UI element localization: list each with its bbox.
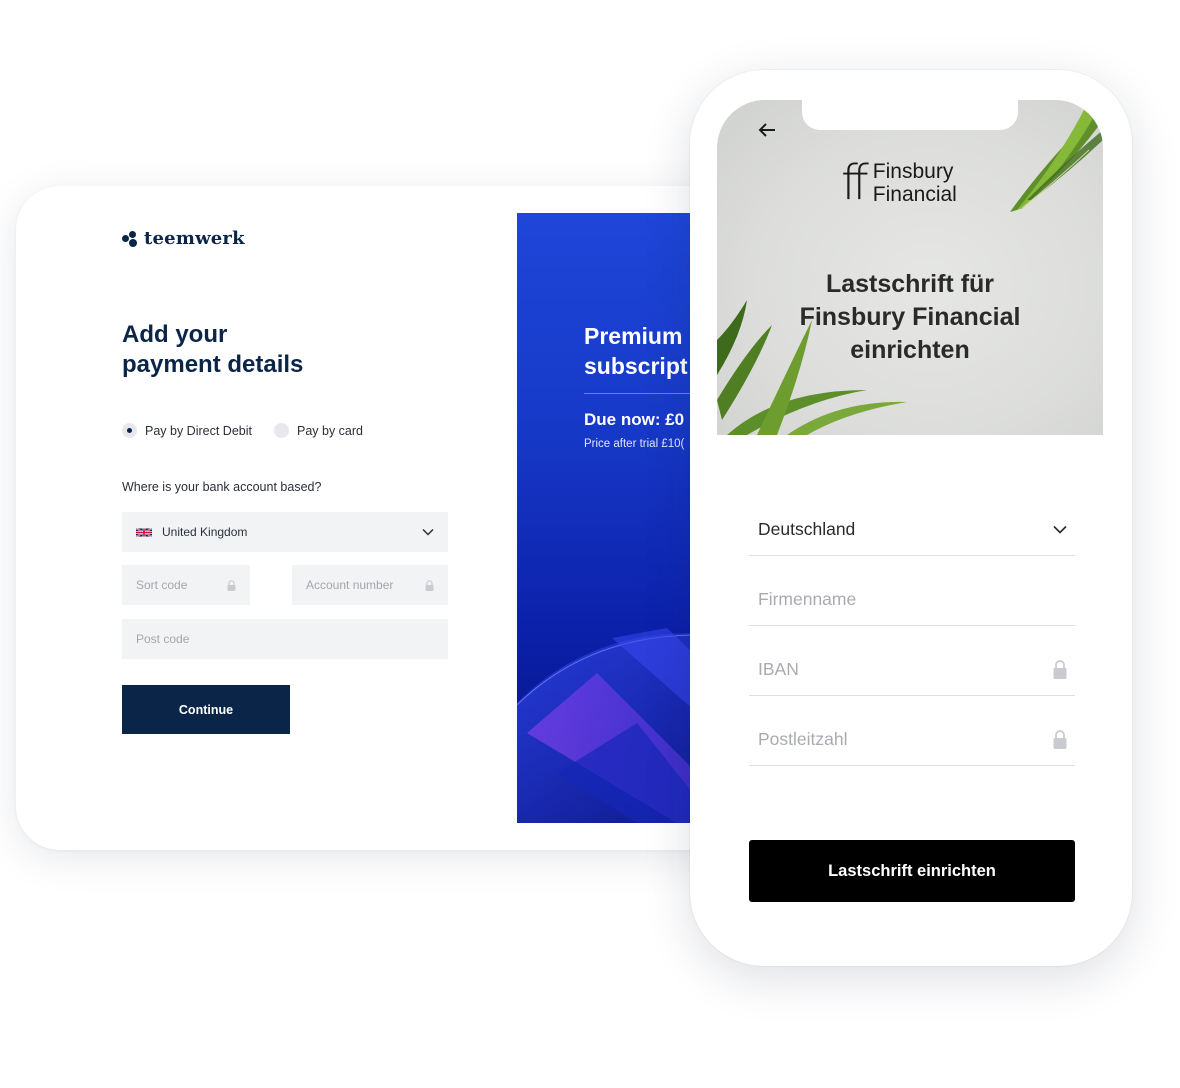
bank-location-label: Where is your bank account based? xyxy=(122,480,322,494)
brand-name: teemwerk xyxy=(144,228,245,249)
promo-title-line-2: subscript xyxy=(584,353,688,379)
postcode-placeholder: Postleitzahl xyxy=(758,729,848,749)
teemwerk-logo: teemwerk xyxy=(122,228,245,249)
radio-pay-by-direct-debit[interactable]: Pay by Direct Debit xyxy=(122,423,252,438)
company-name-field[interactable]: Firmenname xyxy=(749,574,1075,626)
teemwerk-logo-mark-icon xyxy=(122,230,139,247)
chevron-down-icon xyxy=(422,528,434,536)
payment-method-radio-group: Pay by Direct Debit Pay by card xyxy=(122,423,363,438)
phone-notch xyxy=(802,100,1018,130)
due-now-amount: Due now: £0 xyxy=(584,410,685,429)
post-code-placeholder: Post code xyxy=(136,632,190,646)
mobile-title-line-3: einrichten xyxy=(850,336,970,364)
mobile-country-value: Deutschland xyxy=(758,519,856,539)
account-number-placeholder: Account number xyxy=(306,578,394,592)
chevron-down-icon xyxy=(1053,525,1067,534)
radio-label-direct-debit: Pay by Direct Debit xyxy=(145,423,252,438)
setup-direct-debit-button[interactable]: Lastschrift einrichten xyxy=(749,840,1075,902)
lock-icon xyxy=(227,579,236,591)
ff-logo-line-1: Finsbury xyxy=(872,160,954,183)
country-select[interactable]: United Kingdom xyxy=(122,512,448,552)
promo-title-line-1: Premium xyxy=(584,323,683,349)
uk-flag-icon xyxy=(136,528,152,536)
mobile-phone-frame: ff Finsbury Financial Lastschrift für Fi… xyxy=(690,70,1132,966)
mobile-title-line-2: Finsbury Financial xyxy=(799,303,1021,331)
radio-checked-icon[interactable] xyxy=(122,423,137,438)
ff-logo-line-2: Financial xyxy=(872,183,957,206)
post-code-field[interactable]: Post code xyxy=(122,619,448,659)
radio-pay-by-card[interactable]: Pay by card xyxy=(273,423,363,438)
sort-code-placeholder: Sort code xyxy=(136,578,188,592)
radio-unchecked-icon[interactable] xyxy=(273,423,289,438)
promo-title: Premium subscript xyxy=(584,321,688,381)
account-number-field[interactable]: Account number xyxy=(292,565,448,605)
company-name-placeholder: Firmenname xyxy=(758,589,857,609)
lock-icon xyxy=(425,579,434,591)
ff-logo-mark: ff xyxy=(841,155,869,211)
mobile-title-line-1: Lastschrift für xyxy=(825,270,995,298)
radio-label-card: Pay by card xyxy=(296,423,363,438)
country-select-value: United Kingdom xyxy=(162,525,248,539)
lock-icon xyxy=(1053,730,1067,749)
finsbury-financial-logo: ff Finsbury Financial xyxy=(841,155,957,211)
desktop-payment-card: teemwerk Add your payment details Pay by… xyxy=(16,186,776,850)
page-title-line-2: payment details xyxy=(122,351,304,378)
mobile-country-select[interactable]: Deutschland xyxy=(749,504,1075,556)
sort-code-field[interactable]: Sort code xyxy=(122,565,250,605)
page-title-line-1: Add your xyxy=(122,321,228,348)
page-title: Add your payment details xyxy=(122,320,442,380)
iban-field[interactable]: IBAN xyxy=(749,644,1075,696)
mobile-page-title: Lastschrift für Finsbury Financial einri… xyxy=(717,268,1103,367)
iban-placeholder: IBAN xyxy=(758,659,799,679)
mobile-hero: ff Finsbury Financial Lastschrift für Fi… xyxy=(717,100,1103,435)
continue-button[interactable]: Continue xyxy=(122,685,290,734)
postcode-field[interactable]: Postleitzahl xyxy=(749,714,1075,766)
back-arrow-icon[interactable] xyxy=(757,122,777,138)
ff-logo-wordmark: Finsbury Financial xyxy=(873,160,957,206)
price-after-trial: Price after trial £10( xyxy=(584,438,685,450)
lock-icon xyxy=(1053,660,1067,679)
